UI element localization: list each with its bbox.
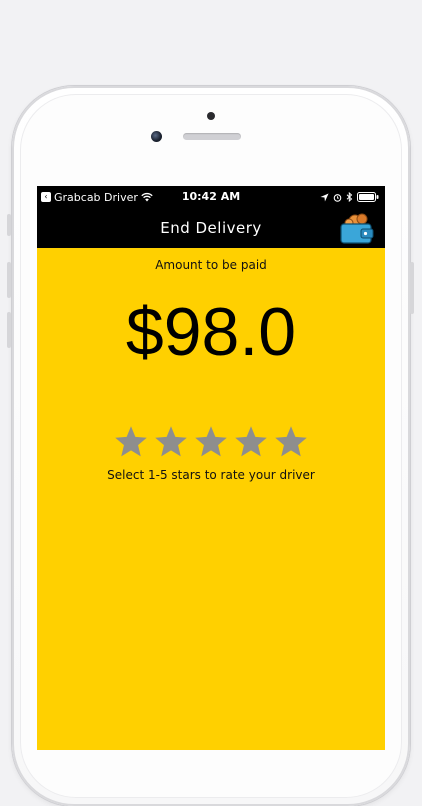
bluetooth-icon xyxy=(346,192,353,202)
location-arrow-icon xyxy=(320,192,329,202)
status-bar: ‹ Grabcab Driver 10:42 AM xyxy=(37,186,385,208)
rating-hint: Select 1-5 stars to rate your driver xyxy=(107,468,315,482)
star-3-icon[interactable] xyxy=(192,424,230,460)
alarm-icon xyxy=(333,193,342,202)
battery-icon xyxy=(357,192,379,202)
star-2-icon[interactable] xyxy=(152,424,190,460)
power-button xyxy=(410,262,414,314)
amount-label: Amount to be paid xyxy=(155,258,267,272)
earpiece-speaker xyxy=(183,133,241,140)
amount-value: $98.0 xyxy=(125,294,297,370)
front-camera xyxy=(151,131,162,142)
app-screen: ‹ Grabcab Driver 10:42 AM End Delivery A… xyxy=(37,186,385,750)
status-right xyxy=(320,186,379,208)
star-5-icon[interactable] xyxy=(272,424,310,460)
volume-down-button xyxy=(7,312,11,348)
star-1-icon[interactable] xyxy=(112,424,150,460)
navigation-bar: End Delivery xyxy=(37,208,385,248)
volume-up-button xyxy=(7,262,11,298)
proximity-sensor xyxy=(207,112,215,120)
star-4-icon[interactable] xyxy=(232,424,270,460)
mute-switch xyxy=(7,214,11,236)
wallet-icon[interactable] xyxy=(339,211,375,245)
rating-stars xyxy=(37,424,385,460)
page-title: End Delivery xyxy=(160,219,262,237)
